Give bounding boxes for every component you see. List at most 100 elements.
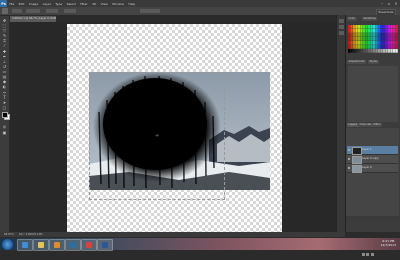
taskbar-clock[interactable]: 9:41 PM 12/7/2013 [381, 239, 396, 247]
swatch-cell [390, 45, 393, 49]
flow-field[interactable] [64, 9, 76, 13]
photoshop-icon[interactable] [65, 239, 81, 251]
swatch-cell [355, 45, 358, 49]
swatch-cell [375, 37, 378, 41]
swatch-cell [393, 45, 396, 49]
swatch-cell [373, 25, 376, 29]
chrome-icon[interactable] [81, 239, 97, 251]
swatch-cell [365, 45, 368, 49]
menu-edit[interactable]: Edit [16, 2, 26, 6]
close-icon[interactable]: × [393, 0, 399, 6]
swatch-cell [355, 37, 358, 41]
swatch-cell [395, 41, 398, 45]
mode-dropdown[interactable] [26, 9, 40, 13]
swatch-cell [373, 45, 376, 49]
swatch-cell [350, 33, 353, 37]
layer-row[interactable]: Layer 0 [347, 164, 398, 173]
swatch-cell [353, 49, 356, 53]
layer-name: Layer 1 [362, 148, 372, 151]
swatch-cell [373, 33, 376, 37]
media-player-icon[interactable] [49, 239, 65, 251]
info-panel-icon[interactable] [339, 31, 344, 35]
layer-thumbnail [352, 165, 362, 173]
swatch-cell [360, 33, 363, 37]
tab-layers[interactable]: Layers [347, 123, 359, 127]
swatch-cell [365, 29, 368, 33]
swatch-cell [348, 29, 351, 33]
swatch-cell [378, 25, 381, 29]
minimize-icon[interactable]: – [379, 0, 385, 6]
options-field[interactable] [140, 9, 160, 13]
menu-select[interactable]: Select [64, 2, 78, 6]
swatch-cell [375, 29, 378, 33]
swatch-cell [383, 45, 386, 49]
swatch-cell [365, 49, 368, 53]
tab-color[interactable]: Color [347, 17, 357, 21]
layer-row[interactable]: Layer 1 [347, 146, 398, 155]
swatch-cell [358, 41, 361, 45]
properties-panel-icon[interactable] [339, 25, 344, 29]
document-info: Doc: 3.00M/5.12M [18, 233, 43, 236]
brush-size-picker[interactable] [12, 9, 22, 13]
tab-swatches[interactable]: Swatches [362, 17, 378, 21]
menu-layer[interactable]: Layer [40, 2, 53, 6]
visibility-eye-icon[interactable] [348, 148, 350, 151]
swatch-cell [353, 41, 356, 45]
menu-image[interactable]: Image [27, 2, 41, 6]
layer-row[interactable]: Layer 0 copy [347, 155, 398, 164]
tab-paths[interactable]: Paths [372, 123, 383, 127]
swatch-cell [388, 25, 391, 29]
swatch-cell [390, 49, 393, 53]
windows-taskbar: 9:41 PM 12/7/2013 [0, 238, 400, 256]
tab-channels[interactable]: Channels [358, 123, 373, 127]
swatch-cell [365, 37, 368, 41]
start-button[interactable] [2, 238, 13, 250]
swatch-cell [383, 49, 386, 53]
history-panel-icon[interactable] [339, 19, 344, 23]
swatch-cell [385, 45, 388, 49]
tab-styles[interactable]: Styles [368, 60, 379, 64]
shape-icon[interactable]: ▢ [2, 105, 7, 110]
menu-3d[interactable]: 3D [90, 2, 99, 6]
menu-help[interactable]: Help [126, 2, 137, 6]
swatch-cell [348, 37, 351, 41]
status-bar: 66.67% Doc: 3.00M/5.12M [0, 232, 345, 237]
tab-adjustments[interactable]: Adjustments [347, 60, 367, 64]
swatch-cell [378, 49, 381, 53]
layer-name: Layer 0 [362, 166, 372, 169]
swatch-cell [358, 49, 361, 53]
swatch-cell [385, 33, 388, 37]
swatch-cell [368, 45, 371, 49]
swatch-cell [378, 41, 381, 45]
visibility-eye-icon[interactable] [348, 166, 350, 169]
menu-filter[interactable]: Filter [78, 2, 90, 6]
swatch-cell [378, 45, 381, 49]
menu-view[interactable]: View [98, 2, 110, 6]
opacity-field[interactable] [46, 9, 58, 13]
swatches-grid[interactable] [348, 25, 398, 53]
menu-window[interactable]: Window [110, 2, 126, 6]
menu-file[interactable]: File [7, 2, 16, 6]
word-icon[interactable] [97, 239, 113, 251]
swatch-cell [375, 49, 378, 53]
system-tray[interactable] [360, 241, 380, 256]
zoom-level[interactable]: 66.67% [4, 233, 14, 236]
eyedropper-icon[interactable]: ⁄ [2, 43, 7, 48]
layer-thumbnail [352, 156, 362, 164]
visibility-eye-icon[interactable] [348, 157, 350, 160]
restore-icon[interactable]: ▫ [386, 0, 392, 6]
ie-icon[interactable] [17, 239, 33, 251]
layers-footer-toolbar[interactable] [346, 216, 399, 221]
quick-mask-icon[interactable]: ◎ [2, 124, 7, 129]
screen-mode-icon[interactable]: ▣ [2, 130, 7, 135]
swatch-cell [358, 45, 361, 49]
document-tab[interactable]: Untitled-1 @ 66.7% (Layer 0, RGB/8) [10, 16, 56, 22]
swatch-cell [350, 45, 353, 49]
tool-preset-picker[interactable] [2, 8, 8, 14]
swatch-cell [358, 37, 361, 41]
dodge-icon[interactable]: ◐ [2, 84, 7, 89]
menu-type[interactable]: Type [53, 2, 64, 6]
swatch-cell [350, 29, 353, 33]
folder-icon[interactable] [33, 239, 49, 251]
foreground-color-swatch[interactable] [1, 112, 8, 118]
